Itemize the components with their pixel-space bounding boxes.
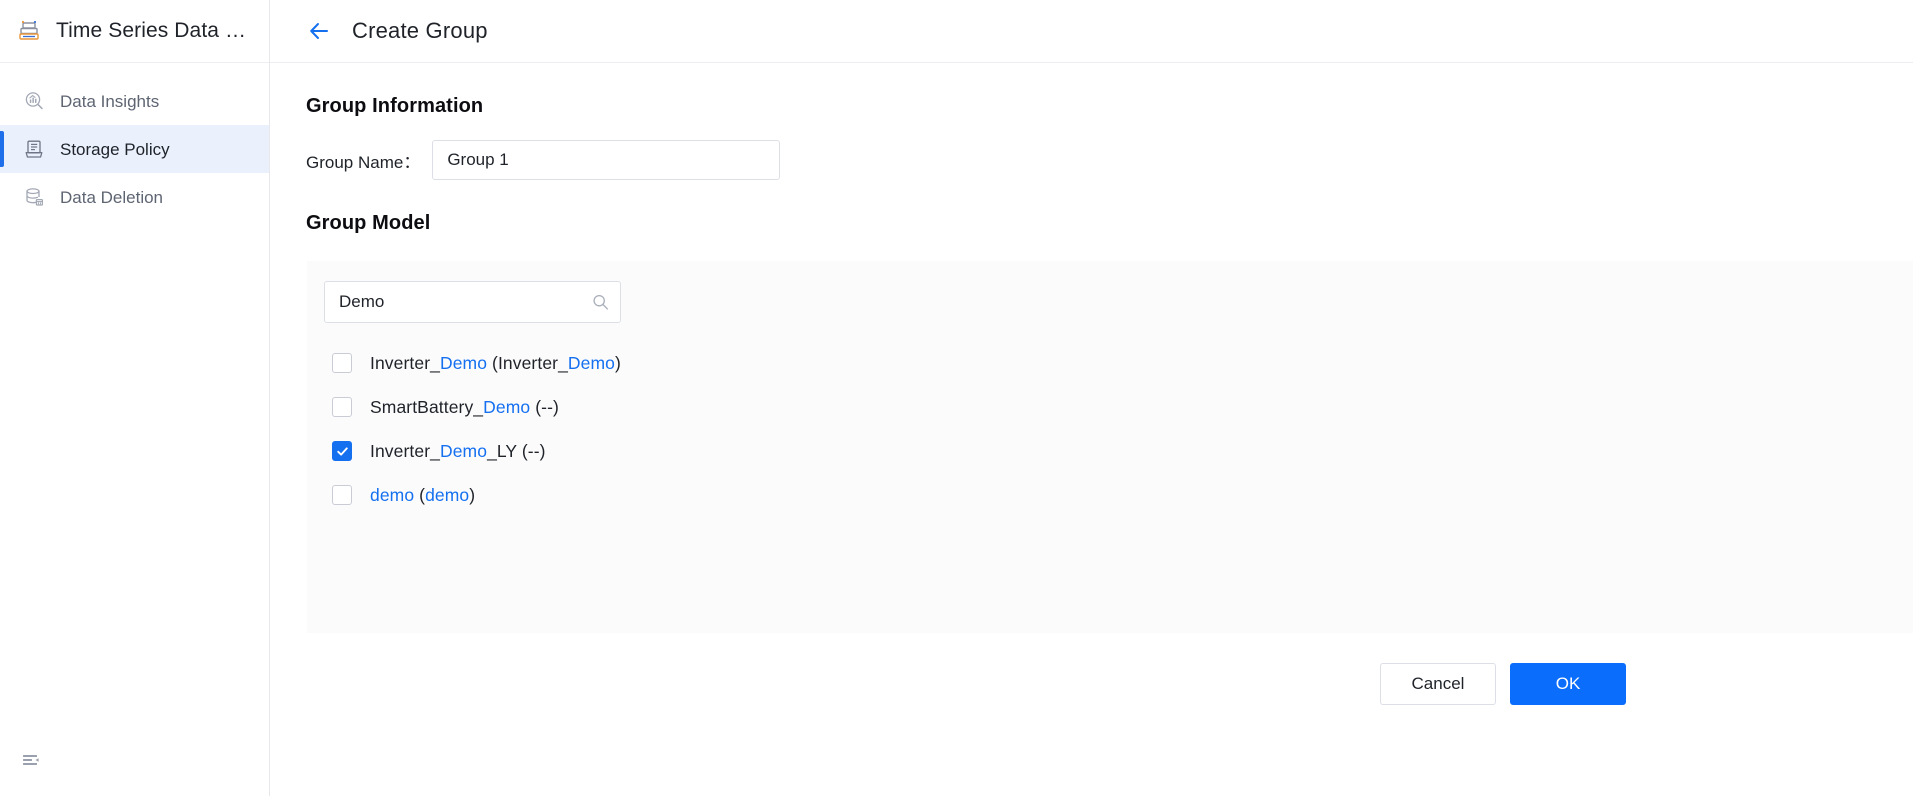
sidebar-nav: Data Insights Storage Policy Data Deleti…	[0, 63, 269, 221]
model-label: Inverter_Demo_LY (--)	[370, 440, 546, 461]
main-content: Create Group Group Information Group Nam…	[270, 0, 1913, 796]
model-list-item[interactable]: demo (demo)	[324, 473, 1913, 517]
group-model-heading: Group Model	[306, 212, 431, 234]
form-actions: Cancel OK	[306, 663, 1913, 705]
chart-search-icon	[22, 89, 46, 113]
model-checkbox[interactable]	[332, 485, 352, 505]
stack-layers-icon	[14, 16, 44, 46]
model-checkbox[interactable]	[332, 353, 352, 373]
ok-button[interactable]: OK	[1510, 663, 1626, 705]
model-list-item[interactable]: Inverter_Demo_LY (--)	[324, 429, 1913, 473]
app-brand: Time Series Data …	[0, 0, 269, 63]
menu-fold-icon[interactable]	[18, 748, 44, 774]
create-group-form: Group Information Group Name： Group Mode…	[270, 63, 1913, 796]
sidebar-item-label: Data Insights	[60, 91, 160, 111]
group-name-label: Group Name：	[306, 152, 421, 172]
arrow-left-icon[interactable]	[306, 18, 332, 44]
storage-document-icon	[22, 137, 46, 161]
model-search-wrapper	[324, 281, 621, 323]
sidebar-item-data-insights[interactable]: Data Insights	[0, 77, 269, 125]
model-checkbox[interactable]	[332, 397, 352, 417]
group-information-heading: Group Information	[306, 95, 484, 117]
model-label: Inverter_Demo (Inverter_Demo)	[370, 352, 621, 373]
model-label: demo (demo)	[370, 484, 476, 505]
page-header: Create Group	[270, 0, 1913, 63]
model-label: SmartBattery_Demo (--)	[370, 396, 559, 417]
model-checkbox[interactable]	[332, 441, 352, 461]
model-search-input[interactable]	[324, 281, 621, 323]
sidebar-item-storage-policy[interactable]: Storage Policy	[0, 125, 269, 173]
group-name-field-row: Group Name：	[306, 140, 1913, 180]
group-model-panel: Inverter_Demo (Inverter_Demo) SmartBatter…	[307, 261, 1913, 633]
app-window: Time Series Data … Data Insights Storage…	[0, 0, 1913, 796]
sidebar: Time Series Data … Data Insights Storage…	[0, 0, 270, 796]
model-list-item[interactable]: SmartBattery_Demo (--)	[324, 385, 1913, 429]
sidebar-footer	[0, 726, 269, 796]
page-title: Create Group	[352, 18, 488, 43]
cancel-button[interactable]: Cancel	[1380, 663, 1496, 705]
model-checkbox-list: Inverter_Demo (Inverter_Demo) SmartBatter…	[324, 341, 1913, 517]
app-title: Time Series Data …	[56, 19, 247, 42]
model-list-item[interactable]: Inverter_Demo (Inverter_Demo)	[324, 341, 1913, 385]
sidebar-item-label: Data Deletion	[60, 187, 164, 207]
database-delete-icon	[22, 185, 46, 209]
sidebar-item-label: Storage Policy	[60, 139, 170, 159]
sidebar-item-data-deletion[interactable]: Data Deletion	[0, 173, 269, 221]
group-name-input[interactable]	[432, 140, 781, 180]
